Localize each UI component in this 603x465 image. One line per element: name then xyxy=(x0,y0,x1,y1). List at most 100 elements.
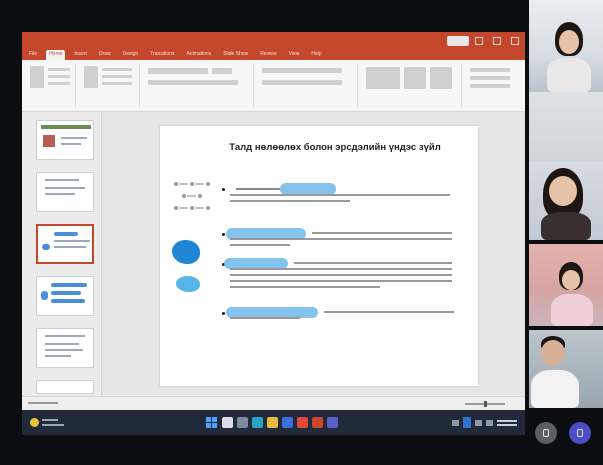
minimize-icon[interactable] xyxy=(475,37,483,45)
new-slide-icon[interactable] xyxy=(84,66,98,88)
participant-face xyxy=(559,30,579,54)
weather-text xyxy=(42,419,58,421)
maximize-icon[interactable] xyxy=(493,37,501,45)
align-buttons[interactable] xyxy=(262,80,342,85)
participant-body xyxy=(551,294,593,326)
tab-file[interactable]: File xyxy=(26,50,40,60)
video-call-window: File Home Insert Draw Design Transitions… xyxy=(0,0,603,465)
ribbon-toolbar xyxy=(22,60,525,112)
select-icon[interactable] xyxy=(470,84,510,88)
participants-icon[interactable] xyxy=(569,422,591,444)
weather-text xyxy=(42,424,64,426)
search-icon[interactable] xyxy=(222,417,233,428)
list-buttons[interactable] xyxy=(262,68,342,73)
wifi-icon[interactable] xyxy=(475,419,482,426)
thumb-text xyxy=(45,343,79,345)
bullet-marker xyxy=(222,312,225,315)
tab-view[interactable]: View xyxy=(286,50,303,60)
participant-video[interactable] xyxy=(529,162,603,240)
participant-video[interactable] xyxy=(529,92,603,162)
close-icon[interactable] xyxy=(511,37,519,45)
reset-icon[interactable] xyxy=(102,75,132,78)
tab-home[interactable]: Home xyxy=(46,50,66,60)
replace-icon[interactable] xyxy=(470,76,510,80)
slide-thumbnail[interactable] xyxy=(36,380,94,394)
slides-group xyxy=(80,64,140,108)
thumb-highlight xyxy=(51,283,87,287)
bullet-paragraph xyxy=(230,260,462,306)
font-name-field[interactable] xyxy=(148,68,208,74)
slide-thumbnail[interactable] xyxy=(36,276,94,316)
slide-thumbnail[interactable] xyxy=(36,328,94,368)
thumb-text xyxy=(45,179,79,181)
task-view-icon[interactable] xyxy=(237,417,248,428)
tab-design[interactable]: Design xyxy=(120,50,142,60)
powerpoint-icon[interactable] xyxy=(312,417,323,428)
thumb-highlight xyxy=(51,291,81,295)
thumb-blob xyxy=(41,291,48,300)
slide-thumbnail-selected[interactable] xyxy=(36,224,94,264)
bullet-paragraph xyxy=(230,186,462,226)
volume-icon[interactable] xyxy=(486,419,493,426)
title-bar: File Home Insert Draw Design Transitions… xyxy=(22,32,525,60)
paragraph-group xyxy=(258,64,358,108)
format-painter-icon[interactable] xyxy=(48,82,70,85)
tab-insert[interactable]: Insert xyxy=(71,50,90,60)
participant-video[interactable] xyxy=(529,0,603,92)
cut-icon[interactable] xyxy=(48,68,70,71)
section-icon[interactable] xyxy=(102,82,132,85)
chrome-icon[interactable] xyxy=(297,417,308,428)
bullet-marker xyxy=(222,188,225,191)
thumb-text xyxy=(45,187,85,189)
thumb-text xyxy=(54,240,90,242)
chevron-up-icon[interactable] xyxy=(452,419,459,426)
thumb-text xyxy=(61,137,87,139)
find-icon[interactable] xyxy=(470,68,510,72)
clipboard-group xyxy=(26,64,76,108)
ribbon-tab-row: File Home Insert Draw Design Transitions… xyxy=(26,50,325,60)
layout-icon[interactable] xyxy=(102,68,132,71)
tab-slide-show[interactable]: Slide Show xyxy=(220,50,251,60)
store-icon[interactable] xyxy=(282,417,293,428)
slide-thumbnail[interactable] xyxy=(36,120,94,160)
drawing-group xyxy=(362,64,462,108)
language-icon[interactable] xyxy=(463,417,471,428)
shapes-icon[interactable] xyxy=(366,67,400,89)
participant-face xyxy=(549,176,577,206)
participant-video[interactable] xyxy=(529,330,603,408)
status-bar xyxy=(22,396,525,410)
system-tray xyxy=(452,417,517,428)
teams-icon[interactable] xyxy=(327,417,338,428)
font-size-field[interactable] xyxy=(212,68,232,74)
tab-animations[interactable]: Animations xyxy=(183,50,214,60)
zoom-slider-handle[interactable] xyxy=(484,401,487,407)
slide-thumbnail[interactable] xyxy=(36,172,94,212)
font-style-buttons[interactable] xyxy=(148,80,238,85)
share-icon[interactable] xyxy=(535,422,557,444)
window-title xyxy=(212,38,342,48)
participant-video[interactable] xyxy=(529,244,603,326)
arrange-icon[interactable] xyxy=(404,67,426,89)
clock[interactable] xyxy=(497,418,517,428)
edge-icon[interactable] xyxy=(252,417,263,428)
account-badge[interactable] xyxy=(447,36,469,46)
bullet-paragraph xyxy=(230,309,462,333)
quick-styles-icon[interactable] xyxy=(430,67,452,89)
current-slide[interactable]: Талд нөлөөлөх болон эрсдэлийн үндэс зүйл xyxy=(160,126,478,386)
thumb-text xyxy=(45,349,83,351)
copy-icon[interactable] xyxy=(48,75,70,78)
start-icon[interactable] xyxy=(206,417,217,428)
thumb-text xyxy=(45,335,85,337)
tab-draw[interactable]: Draw xyxy=(96,50,114,60)
weather-widget[interactable] xyxy=(30,416,70,430)
annotation-blob xyxy=(172,240,200,264)
explorer-icon[interactable] xyxy=(267,417,278,428)
tab-review[interactable]: Review xyxy=(257,50,279,60)
tab-transitions[interactable]: Transitions xyxy=(147,50,177,60)
editing-group xyxy=(466,64,521,108)
thumb-text xyxy=(45,355,71,357)
tab-help[interactable]: Help xyxy=(308,50,324,60)
paste-icon[interactable] xyxy=(30,66,44,88)
windows-taskbar xyxy=(22,410,525,435)
thumb-image xyxy=(43,135,55,147)
